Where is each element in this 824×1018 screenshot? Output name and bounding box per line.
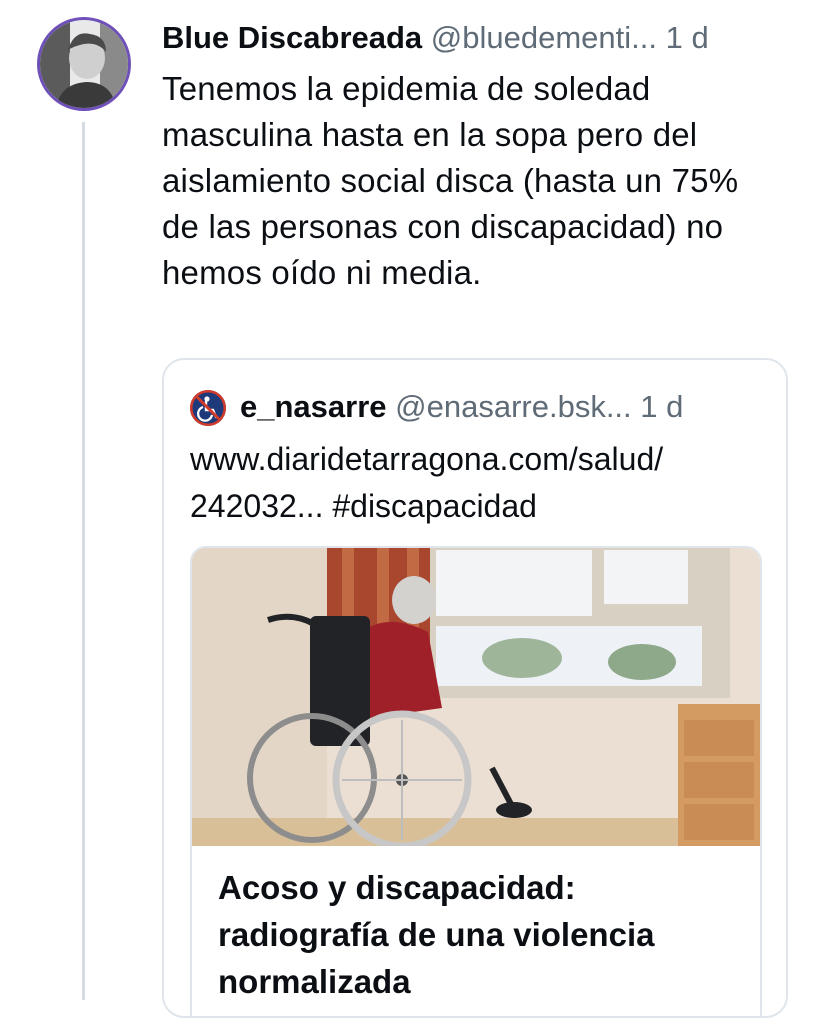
post-header: Blue Discabreada @bluedementi... 1 d xyxy=(162,16,802,60)
quote-avatar[interactable] xyxy=(190,390,226,426)
quote-author-name[interactable]: e_nasarre xyxy=(240,389,387,424)
link-preview-image xyxy=(192,548,760,846)
post-text: Tenemos la epidemia de soledad masculina… xyxy=(162,70,739,291)
post-time[interactable]: 1 d xyxy=(666,20,709,55)
author-avatar[interactable] xyxy=(37,17,131,111)
accessibility-icon xyxy=(190,390,226,426)
quote-header: e_nasarre @enasarre.bsk... 1 d xyxy=(240,384,780,430)
link-preview-title[interactable]: Acoso y discapacidad: radiografía de una… xyxy=(218,864,738,1005)
avatar-photo-icon xyxy=(40,20,128,108)
author-name[interactable]: Blue Discabreada xyxy=(162,20,422,55)
link-preview-card[interactable]: Acoso y discapacidad: radiografía de una… xyxy=(190,546,762,1016)
quote-text[interactable]: www.diaridetarragona.com/salud/ 242032..… xyxy=(190,436,770,530)
thread-line xyxy=(82,122,85,1000)
quote-author-handle[interactable]: @enasarre.bsk... xyxy=(395,389,632,424)
quote-time[interactable]: 1 d xyxy=(640,389,683,424)
author-handle[interactable]: @bluedementi... xyxy=(431,20,657,55)
quoted-post[interactable]: e_nasarre @enasarre.bsk... 1 d www.diari… xyxy=(162,358,788,1018)
